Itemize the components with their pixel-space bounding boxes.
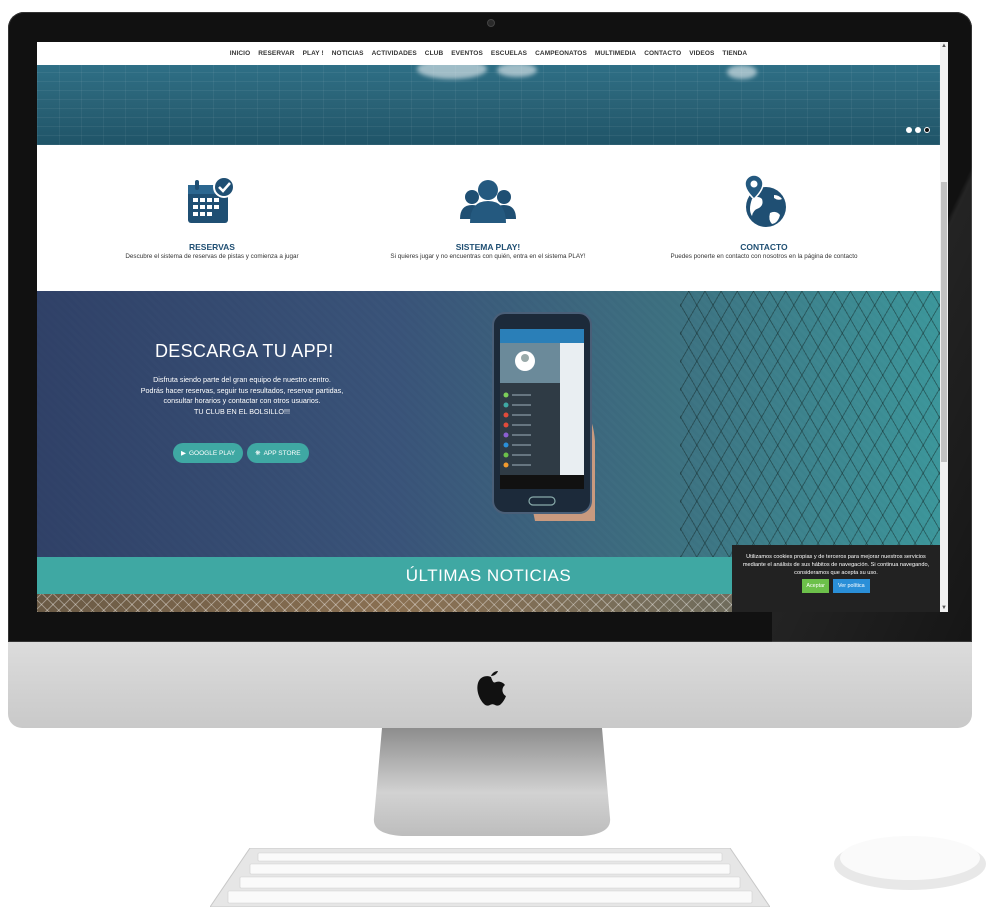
nav-eventos[interactable]: EVENTOS	[447, 50, 487, 57]
imac-frame: INICIO RESERVAR PLAY ! NOTICIAS ACTIVIDA…	[0, 0, 986, 907]
scroll-down-icon[interactable]: ▼	[940, 604, 948, 612]
nav-videos[interactable]: VIDEOS	[685, 50, 718, 57]
nav-club[interactable]: CLUB	[421, 50, 447, 57]
accept-cookies-button[interactable]: Aceptar	[802, 579, 829, 593]
download-app-section: DESCARGA TU APP! Disfruta siendo parte d…	[37, 291, 940, 557]
feature-sistema-play[interactable]: SISTEMA PLAY! Si quieres jugar y no encu…	[358, 173, 618, 260]
app-line: TU CLUB EN EL BOLSILLO!!!	[194, 406, 290, 416]
feature-text: Descubre el sistema de reservas de pista…	[125, 253, 299, 260]
browser-screen: INICIO RESERVAR PLAY ! NOTICIAS ACTIVIDA…	[37, 42, 948, 612]
cookie-policy-button[interactable]: Ver política	[832, 579, 870, 593]
feature-title: SISTEMA PLAY!	[455, 242, 521, 252]
app-store-buttons: ▶ GOOGLE PLAY ❋ APP STORE	[173, 443, 309, 463]
court-mesh	[680, 291, 940, 557]
apple-logo-icon	[477, 671, 506, 706]
feature-title: CONTACTO	[740, 242, 788, 252]
feature-text: Si quieres jugar y no encuentras con qui…	[390, 253, 586, 260]
app-store-icon: ❋	[255, 450, 261, 457]
nav-contacto[interactable]: CONTACTO	[640, 50, 685, 57]
app-line: consultar horarios y contactar con otros…	[163, 396, 321, 405]
nav-inicio[interactable]: INICIO	[226, 50, 254, 57]
app-title: DESCARGA TU APP!	[155, 341, 334, 361]
app-description: Disfruta siendo parte del gran equipo de…	[132, 375, 352, 417]
slider-dot[interactable]	[915, 127, 921, 133]
feature-contacto[interactable]: CONTACTO Puedes ponerte en contacto con …	[634, 173, 894, 260]
water-splash	[727, 65, 757, 79]
app-store-button[interactable]: ❋ APP STORE	[247, 443, 309, 463]
nav-reservar[interactable]: RESERVAR	[254, 50, 298, 57]
app-store-label: APP STORE	[263, 449, 301, 457]
app-line: Disfruta siendo parte del gran equipo de…	[153, 375, 331, 384]
hero-slider	[37, 59, 940, 145]
water-splash	[417, 59, 487, 79]
slider-dot-active[interactable]	[924, 127, 930, 133]
scrollbar-thumb[interactable]	[941, 182, 947, 462]
cookie-text: Utilizamos cookies propias y de terceros…	[742, 554, 930, 576]
calendar-check-icon	[188, 176, 235, 223]
nav-multimedia[interactable]: MULTIMEDIA	[591, 50, 640, 57]
feature-reservas[interactable]: RESERVAS Descubre el sistema de reservas…	[82, 173, 342, 260]
features-section: RESERVAS Descubre el sistema de reservas…	[37, 145, 940, 291]
slider-dot[interactable]	[906, 127, 912, 133]
google-play-button[interactable]: ▶ GOOGLE PLAY	[173, 443, 244, 463]
keyboard	[210, 848, 770, 907]
nav-campeonatos[interactable]: CAMPEONATOS	[531, 50, 591, 57]
google-play-label: GOOGLE PLAY	[189, 449, 236, 457]
nav-noticias[interactable]: NOTICIAS	[328, 50, 368, 57]
page-scrollbar[interactable]: ▲ ▼	[940, 42, 948, 612]
magic-mouse	[834, 836, 986, 890]
globe-location-icon	[744, 174, 786, 227]
nav-tienda[interactable]: TIENDA	[718, 50, 751, 57]
phone-mockup	[492, 312, 595, 521]
water-splash	[497, 63, 537, 77]
feature-text: Puedes ponerte en contacto con nosotros …	[670, 253, 858, 260]
monitor-stand	[373, 728, 611, 836]
nav-play[interactable]: PLAY !	[299, 50, 328, 57]
users-group-icon	[460, 180, 516, 223]
play-icon: ▶	[181, 450, 186, 457]
cookie-banner: Utilizamos cookies propias y de terceros…	[732, 545, 940, 612]
app-line: Podrás hacer reservas, seguir tus result…	[140, 385, 344, 395]
main-nav: INICIO RESERVAR PLAY ! NOTICIAS ACTIVIDA…	[37, 42, 940, 65]
slider-dots	[906, 127, 930, 133]
camera-icon	[487, 19, 495, 27]
feature-title: RESERVAS	[189, 242, 235, 252]
nav-actividades[interactable]: ACTIVIDADES	[368, 50, 421, 57]
cookie-actions: Aceptar Ver política	[740, 579, 932, 593]
nav-escuelas[interactable]: ESCUELAS	[487, 50, 531, 57]
scroll-up-icon[interactable]: ▲	[940, 42, 948, 50]
